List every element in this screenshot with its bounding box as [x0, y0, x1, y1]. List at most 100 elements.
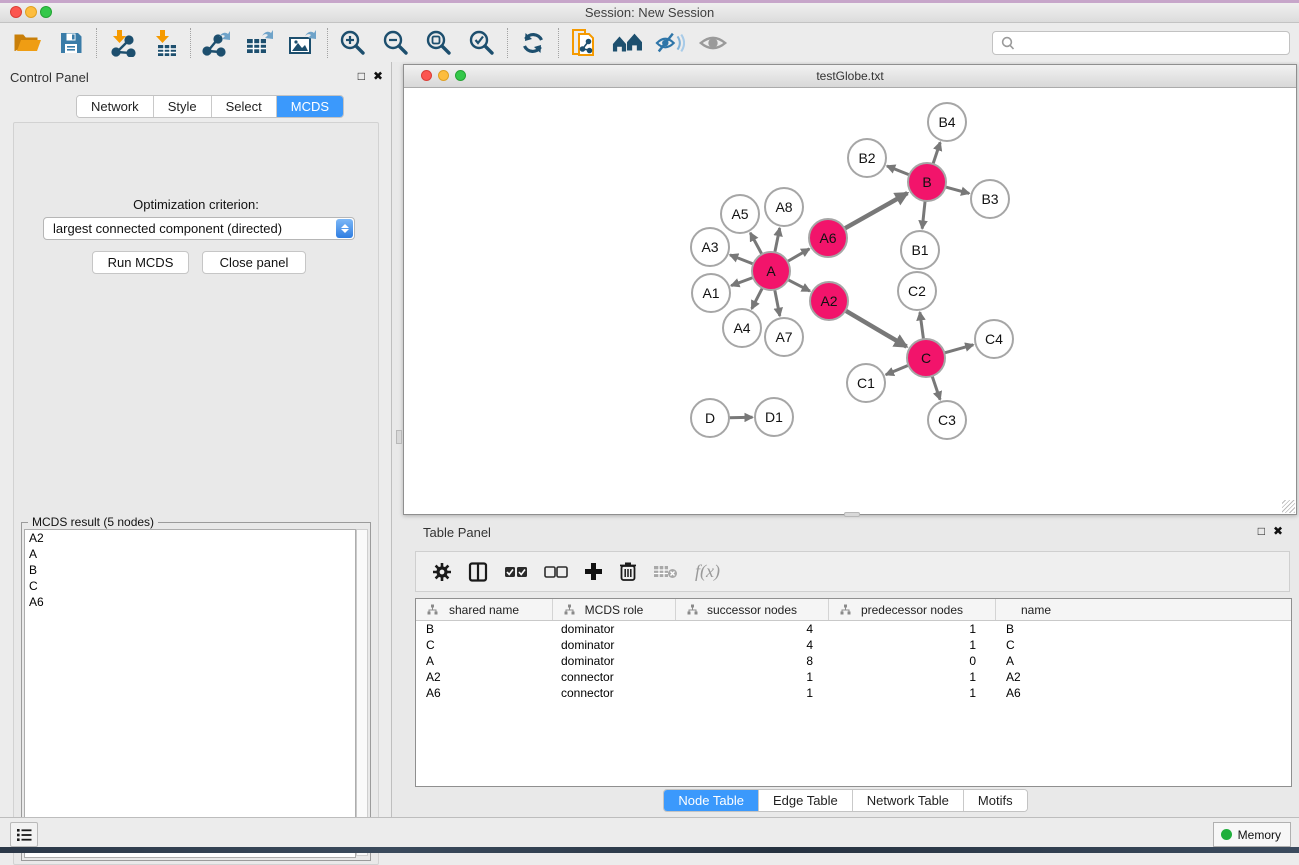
zoom-selected-button[interactable]	[467, 28, 497, 58]
graph-edge-A-A7[interactable]	[775, 290, 780, 316]
criterion-select[interactable]: largest connected component (directed)	[43, 217, 355, 240]
mcds-result-item[interactable]: A2	[25, 530, 355, 546]
tab-edge-table[interactable]: Edge Table	[759, 790, 853, 811]
search-input[interactable]	[1019, 33, 1289, 53]
graph-edge-A-A6[interactable]	[787, 249, 809, 262]
delete-column-button[interactable]	[619, 561, 637, 582]
split-divider-handle[interactable]	[396, 430, 402, 444]
graph-edge-A-A4[interactable]	[752, 288, 763, 309]
mcds-result-item[interactable]: C	[25, 578, 355, 594]
graph-edge-C-C3[interactable]	[932, 376, 940, 400]
float-panel-icon[interactable]: □	[358, 69, 365, 83]
tab-mcds[interactable]: MCDS	[277, 96, 343, 117]
import-table-button[interactable]	[150, 28, 180, 58]
close-panel-button[interactable]: Close panel	[202, 251, 306, 274]
table-panel-header: Table Panel □ ✖	[392, 517, 1299, 545]
graph-edge-A-A1[interactable]	[731, 278, 753, 286]
zoom-window-button[interactable]	[40, 6, 52, 18]
export-table-button[interactable]	[244, 28, 274, 58]
graph-edge-B-B1[interactable]	[922, 201, 925, 229]
column-header-shared-name[interactable]: shared name	[416, 599, 553, 620]
open-session-button[interactable]	[13, 28, 43, 58]
export-image-button[interactable]	[287, 28, 317, 58]
clone-network-button[interactable]	[569, 28, 599, 58]
column-header-successor-nodes[interactable]: successor nodes	[676, 599, 829, 620]
apply-layout-button[interactable]	[518, 28, 548, 58]
minimize-window-button[interactable]	[25, 6, 37, 18]
create-column-button[interactable]	[584, 562, 603, 581]
table-cell: C	[996, 637, 1076, 653]
tab-select[interactable]: Select	[212, 96, 277, 117]
close-panel-icon[interactable]: ✖	[1273, 524, 1283, 538]
zoom-fit-button[interactable]	[424, 28, 454, 58]
refresh-icon	[520, 30, 546, 56]
table-row[interactable]: Cdominator41C	[416, 637, 1291, 653]
task-history-button[interactable]	[10, 822, 38, 847]
network-window-titlebar[interactable]: testGlobe.txt	[404, 65, 1296, 88]
graph-edge-B-B3[interactable]	[945, 187, 969, 194]
graph-edge-C-C4[interactable]	[944, 345, 973, 353]
network-canvas[interactable]: B4B2BB3A8A5A6A3B1AA1C2A2A4A7C4CC1C3DD1	[404, 88, 1296, 514]
network-zoom-button[interactable]	[455, 70, 466, 81]
memory-button[interactable]: Memory	[1213, 822, 1291, 847]
export-table-icon	[244, 29, 274, 57]
float-panel-icon[interactable]: □	[1258, 524, 1265, 538]
home-button[interactable]	[612, 28, 642, 58]
table-row[interactable]: A6connector11A6	[416, 685, 1291, 701]
graph-edge-A2-C[interactable]	[845, 311, 906, 347]
network-close-button[interactable]	[421, 70, 432, 81]
tab-node-table[interactable]: Node Table	[664, 790, 759, 811]
mcds-result-item[interactable]: A	[25, 546, 355, 562]
column-header-name[interactable]: name	[996, 599, 1076, 620]
attribute-type-icon	[564, 604, 575, 615]
tab-style[interactable]: Style	[154, 96, 212, 117]
plus-icon	[584, 562, 603, 581]
graph-node-label-D: D	[705, 410, 715, 426]
memory-label: Memory	[1238, 828, 1281, 842]
table-options-button[interactable]	[432, 562, 452, 582]
graph-edge-B-B2[interactable]	[887, 166, 909, 175]
hide-selected-button[interactable]	[655, 28, 685, 58]
close-window-button[interactable]	[10, 6, 22, 18]
graph-edge-C-C2[interactable]	[920, 312, 924, 339]
column-header-predecessor-nodes[interactable]: predecessor nodes	[829, 599, 996, 620]
table-row[interactable]: A2connector11A2	[416, 669, 1291, 685]
select-all-columns-button[interactable]	[504, 566, 528, 578]
close-panel-icon[interactable]: ✖	[373, 69, 383, 83]
export-network-button[interactable]	[201, 28, 231, 58]
graph-edge-C-C1[interactable]	[886, 365, 909, 374]
table-row[interactable]: Adominator80A	[416, 653, 1291, 669]
graph-edge-A-A2[interactable]	[788, 280, 810, 291]
checked-boxes-icon	[504, 566, 528, 578]
tab-network-table[interactable]: Network Table	[853, 790, 964, 811]
zoom-in-button[interactable]	[338, 28, 368, 58]
column-header-MCDS-role[interactable]: MCDS role	[553, 599, 676, 620]
attribute-type-icon	[840, 604, 851, 615]
graph-edge-A-A3[interactable]	[730, 255, 753, 264]
search-field[interactable]	[992, 31, 1290, 55]
graph-edge-A6-B[interactable]	[845, 193, 908, 229]
table-panel-title: Table Panel	[423, 525, 491, 540]
mcds-result-scrollbar[interactable]	[356, 529, 368, 856]
unselect-all-columns-button[interactable]	[544, 566, 568, 578]
network-minimize-button[interactable]	[438, 70, 449, 81]
import-network-icon	[108, 29, 136, 57]
tab-network[interactable]: Network	[77, 96, 154, 117]
home-icon	[612, 30, 642, 56]
graph-edge-B-B4[interactable]	[933, 142, 940, 164]
table-cell: 1	[676, 685, 829, 701]
graph-edge-A-A5[interactable]	[750, 233, 762, 254]
zoom-out-button[interactable]	[381, 28, 411, 58]
run-mcds-button[interactable]: Run MCDS	[92, 251, 189, 274]
save-session-button[interactable]	[56, 28, 86, 58]
graph-edge-A-A8[interactable]	[775, 228, 780, 252]
mcds-result-item[interactable]: A6	[25, 594, 355, 610]
table-row[interactable]: Bdominator41B	[416, 621, 1291, 637]
show-all-button[interactable]	[698, 28, 728, 58]
show-column-button[interactable]	[468, 562, 488, 582]
mcds-result-item[interactable]: B	[25, 562, 355, 578]
tab-motifs[interactable]: Motifs	[964, 790, 1027, 811]
import-network-button[interactable]	[107, 28, 137, 58]
window-resize-grip[interactable]	[1282, 500, 1295, 513]
desktop-edge-bottom	[0, 847, 1299, 853]
